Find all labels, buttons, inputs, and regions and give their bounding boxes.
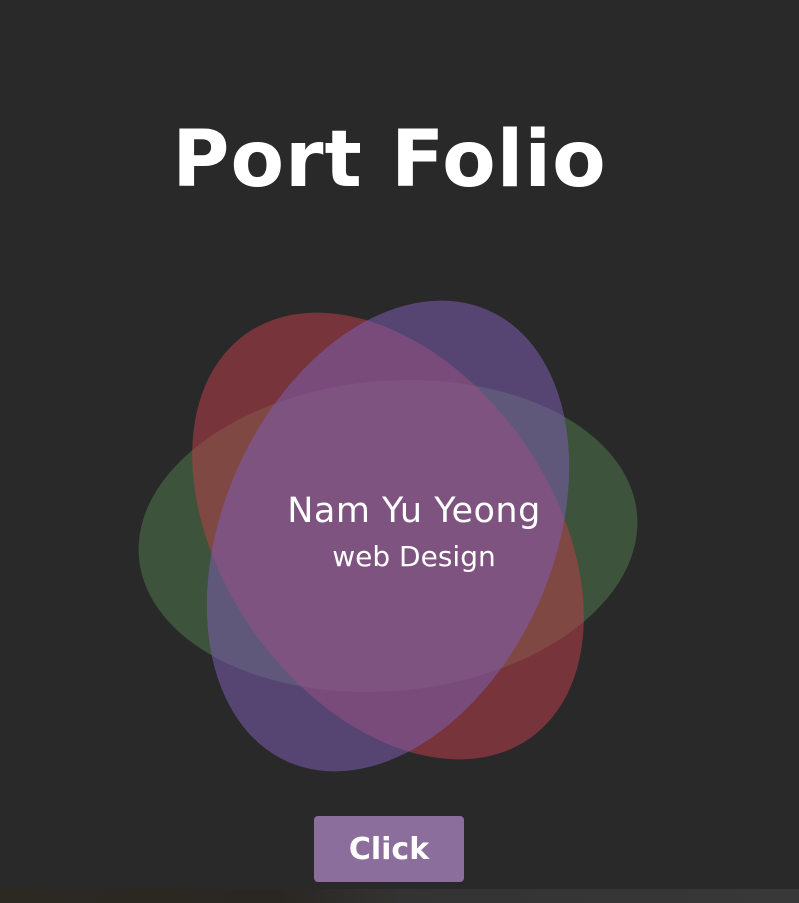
- overlapping-petals-graphic: [138, 300, 638, 772]
- center-caption: Nam Yu Yeong web Design: [214, 484, 614, 576]
- click-button[interactable]: Click: [314, 816, 464, 882]
- author-role: web Design: [332, 540, 496, 573]
- author-name: Nam Yu Yeong: [287, 491, 541, 531]
- bottom-edge-strip: [0, 889, 799, 903]
